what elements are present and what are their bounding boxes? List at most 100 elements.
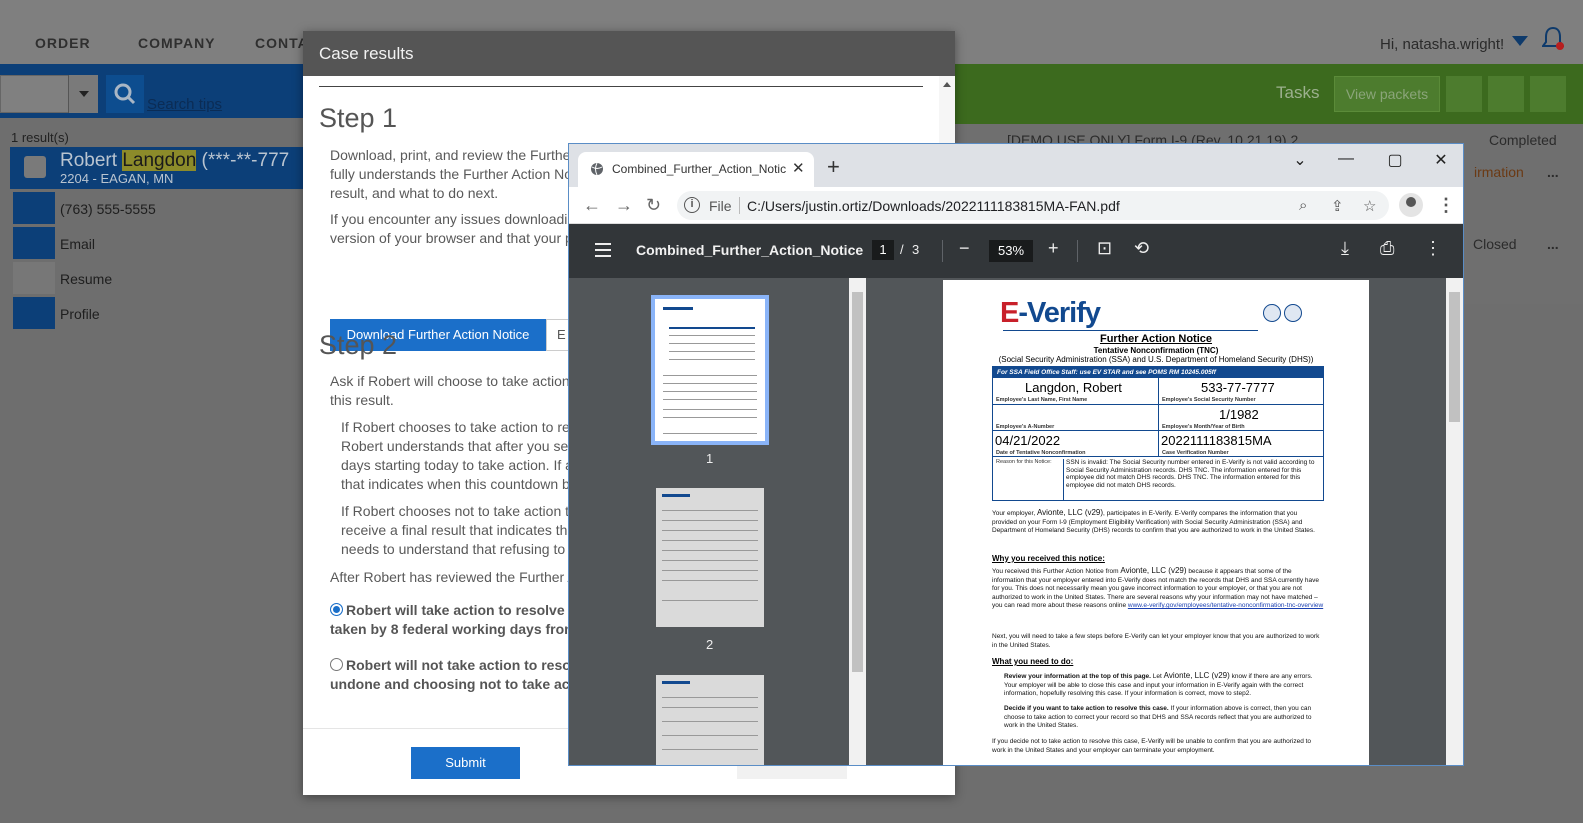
next-text: Next, you will need to take a few steps … (992, 633, 1320, 649)
thumbnail-page-1[interactable] (651, 295, 769, 445)
tab-strip: Combined_Further_Action_Notic ✕ + ⌄ — ▢ … (569, 144, 1463, 187)
step-item-1: Review your information at the top of th… (1004, 671, 1313, 697)
viewer-scrollbar[interactable] (1446, 278, 1463, 765)
what-heading: What you need to do: (992, 657, 1074, 666)
tasks-label: Tasks (1276, 83, 1320, 102)
zoom-icon[interactable]: ⌕ (1299, 197, 1307, 214)
contact-phone[interactable]: (763) 555-5555 (10, 191, 310, 225)
send-icon[interactable] (1488, 76, 1524, 112)
view-packets-button[interactable]: View packets (1334, 76, 1440, 112)
rotate-icon[interactable]: ⟲ (1134, 238, 1149, 259)
thumbnail-page-2[interactable] (656, 488, 764, 627)
zoom-out-icon[interactable]: − (959, 238, 970, 259)
back-icon[interactable]: ← (583, 195, 601, 216)
reason-text: SSN is invalid: The Social Security numb… (1063, 459, 1321, 501)
tasks-toolbar: Tasks View packets (950, 64, 1583, 124)
logo-rule (1003, 330, 1258, 331)
page-number-input[interactable]: 1 (872, 240, 894, 260)
tnc-date: 04/21/2022 (995, 433, 1061, 448)
help-icon[interactable] (1530, 76, 1566, 112)
nav-contacts[interactable]: CONTA (255, 35, 309, 51)
browser-menu-icon[interactable]: ⋮ (1437, 195, 1455, 216)
sidebar-scroll-thumb[interactable] (852, 292, 863, 672)
viewer-scroll-thumb[interactable] (1449, 292, 1460, 422)
person-result-row[interactable]: Robert Langdon (***-**-777 2204 - EAGAN,… (10, 147, 310, 189)
contact-profile[interactable]: Profile (10, 296, 310, 330)
share-icon[interactable]: ⇪ (1331, 197, 1344, 215)
close-tab-icon[interactable]: ✕ (792, 159, 805, 177)
user-greeting: Hi, natasha.wright! (1380, 36, 1505, 53)
contact-resume[interactable]: Resume (10, 261, 310, 295)
reload-icon[interactable]: ↻ (646, 195, 661, 216)
closing-text: If you decide not to take action to reso… (992, 738, 1312, 754)
search-button[interactable] (106, 75, 144, 113)
chevron-down-icon[interactable] (68, 75, 98, 113)
dialog-header: Case results (303, 31, 955, 76)
notice-agencies: (Social Security Administration (SSA) an… (998, 355, 1314, 364)
search-bar: Search tips (0, 70, 310, 118)
new-tab-icon[interactable]: + (827, 154, 840, 180)
sidebar-scrollbar[interactable] (849, 278, 866, 765)
sidebar-toggle-icon[interactable] (595, 243, 611, 257)
profile-avatar-icon[interactable] (1399, 193, 1423, 217)
submit-button[interactable]: Submit (411, 747, 520, 779)
zoom-level[interactable]: 53% (989, 240, 1033, 262)
step1-heading: Step 1 (319, 103, 398, 133)
person-location: 2204 - EAGAN, MN (60, 171, 174, 186)
employee-name: Langdon, Robert (1025, 380, 1122, 395)
tab-pdf[interactable]: Combined_Further_Action_Notic ✕ (578, 152, 814, 187)
table-row: 04/21/2022 Date of Tentative Nonconfirmat… (993, 430, 1323, 457)
result-count: 1 result(s) (11, 130, 69, 145)
contact-email[interactable]: Email (10, 226, 310, 260)
search-tips-link[interactable]: Search tips (147, 96, 222, 113)
toolbar: ← → ↻ i File C:/Users/justin.ortiz/Downl… (569, 187, 1463, 224)
scheme-label: File (709, 198, 732, 214)
page-separator: / (900, 242, 904, 257)
user-icon (13, 297, 55, 329)
notification-bell-icon[interactable] (1542, 26, 1564, 52)
nav-order[interactable]: ORDER (35, 35, 91, 51)
print-icon[interactable]: ⎙ (1380, 238, 1394, 259)
e-verify-logo: E-Verify (1000, 297, 1101, 329)
nav-company[interactable]: COMPANY (138, 35, 216, 51)
case-number: 2022111183815MA (1161, 433, 1272, 448)
info-icon[interactable]: i (684, 197, 700, 213)
pdf-title: Combined_Further_Action_Notice (636, 242, 864, 258)
pdf-page: E-Verify Further Action Notice Tentative… (943, 280, 1369, 765)
step2-heading: Step 2 (319, 330, 398, 360)
document-icon (13, 262, 55, 294)
close-window-icon[interactable]: ✕ (1426, 150, 1456, 170)
radio-take-action[interactable] (330, 603, 343, 616)
pdf-toolbar: Combined_Further_Action_Notice 1 / 3 − 5… (569, 224, 1463, 278)
thumbnail-sidebar: 1 2 (569, 278, 866, 765)
download-icon[interactable]: ⤓ (1341, 238, 1349, 259)
user-menu-caret-icon[interactable] (1512, 36, 1528, 46)
tnc-overview-link[interactable]: www.e-verify.gov/employees/tentative-non… (1128, 602, 1323, 609)
url-text[interactable]: C:/Users/justin.ortiz/Downloads/20221111… (747, 198, 1120, 214)
phone-icon (13, 192, 55, 224)
fit-page-icon[interactable]: ⊡ (1097, 238, 1112, 259)
employee-dob: 1/1982 (1219, 407, 1259, 422)
maximize-icon[interactable]: ▢ (1380, 150, 1410, 170)
tab-search-icon[interactable]: ⌄ (1285, 150, 1315, 170)
scroll-up-icon[interactable] (943, 82, 951, 87)
refresh-icon[interactable] (1446, 76, 1482, 112)
forward-icon[interactable]: → (615, 195, 633, 216)
reason-row: Reason for this Notice: SSN is invalid: … (993, 456, 1323, 501)
radio-no-action[interactable] (330, 658, 343, 671)
search-icon (114, 83, 136, 105)
dhs-seal-icon (1263, 304, 1281, 322)
step-item-2: Decide if you want to take action to res… (1004, 705, 1312, 729)
select-checkbox[interactable] (24, 156, 46, 178)
minimize-icon[interactable]: — (1331, 150, 1361, 168)
why-heading: Why you received this notice: (992, 554, 1105, 563)
thumbnail-page-3[interactable] (656, 675, 764, 765)
zoom-in-icon[interactable]: + (1048, 238, 1059, 259)
toolbar-divider (1077, 240, 1078, 262)
address-bar[interactable]: i File C:/Users/justin.ortiz/Downloads/2… (677, 191, 1389, 220)
pdf-menu-icon[interactable]: ⋮ (1424, 238, 1442, 259)
table-header: For SSA Field Office Staff: use EV STAR … (993, 367, 1323, 378)
bookmark-star-icon[interactable]: ☆ (1363, 197, 1376, 215)
table-row: Langdon, Robert Employee's Last Name, Fir… (993, 378, 1323, 404)
employee-info-table: For SSA Field Office Staff: use EV STAR … (992, 366, 1324, 501)
